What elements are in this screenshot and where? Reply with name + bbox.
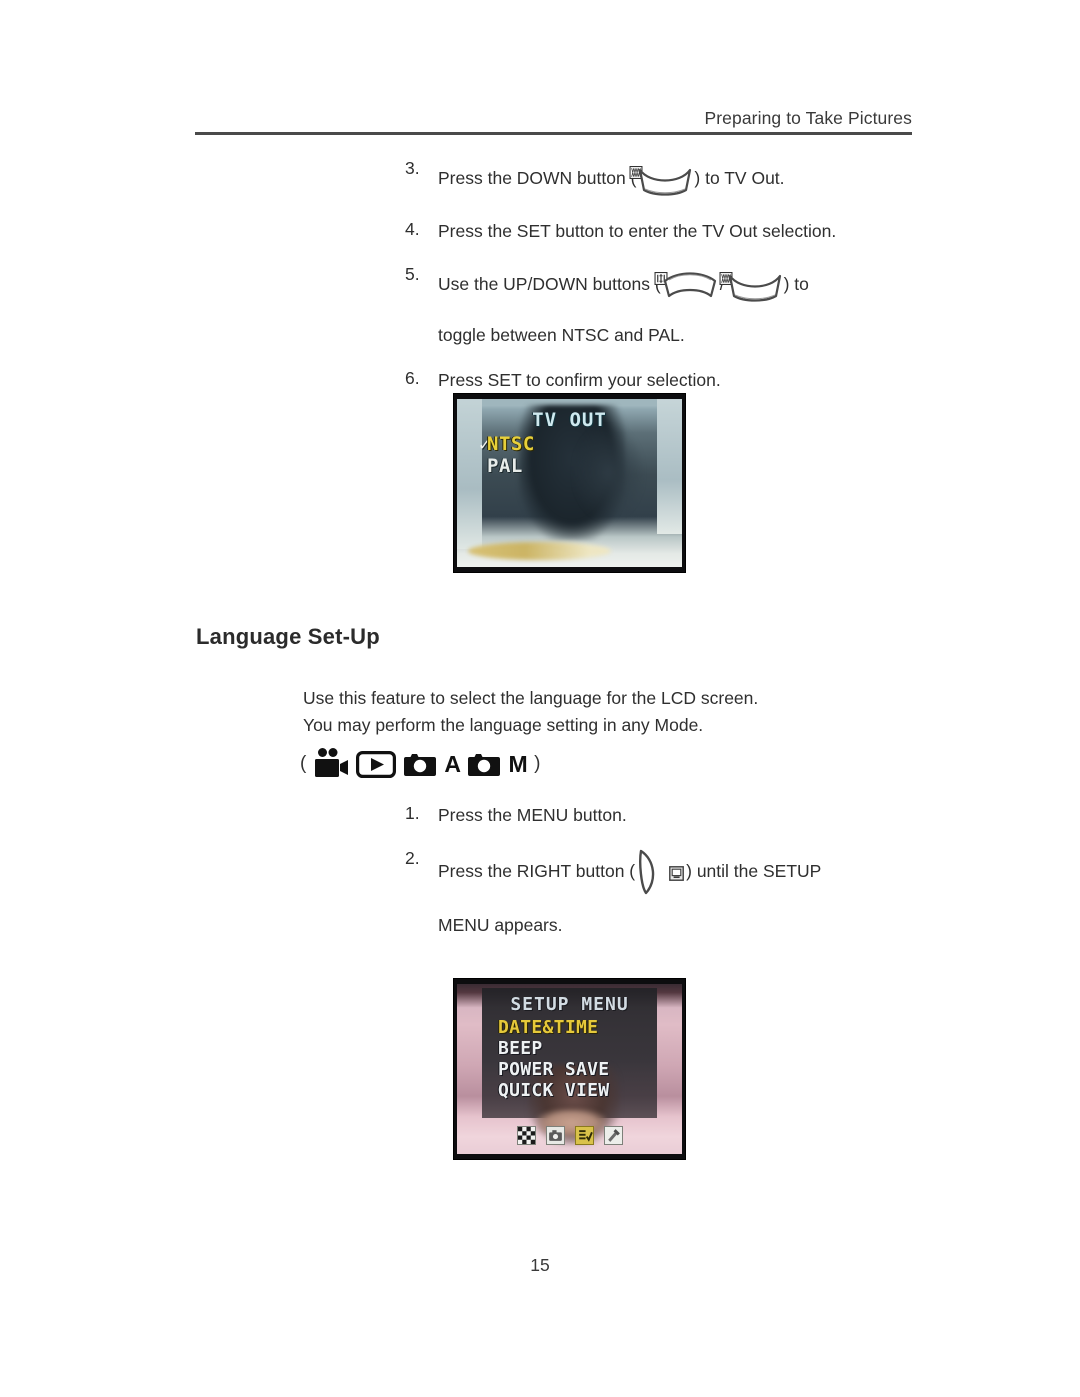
lcd-menu-item-beep: BEEP xyxy=(498,1038,543,1060)
step-number: 6. xyxy=(405,368,420,388)
document-page: Preparing to Take Pictures 3. Press the … xyxy=(0,0,1080,1397)
display-badge-icon xyxy=(669,865,685,881)
section-paragraph: Use this feature to select the language … xyxy=(303,685,758,739)
applicable-modes-row: ( A M) xyxy=(300,748,540,780)
page-number: 15 xyxy=(530,1255,550,1275)
down-button-arc-icon xyxy=(629,158,694,200)
checkerboard-tab-icon xyxy=(516,1126,536,1145)
step-text-line2: toggle between NTSC and PAL. xyxy=(438,325,685,346)
camera-icon xyxy=(467,750,501,778)
header-rule xyxy=(195,132,912,135)
right-button-lens-icon xyxy=(635,848,665,896)
list-item: 2. Press the RIGHT button () until the … xyxy=(405,848,965,939)
paragraph-line-2: You may perform the language setting in … xyxy=(303,714,704,735)
lcd-menu-item-ntsc: NTSC xyxy=(487,433,535,455)
step-text: Press the MENU button. xyxy=(438,805,627,826)
step-text-tail: ) until the SETUP xyxy=(686,861,822,882)
page-header: Preparing to Take Pictures xyxy=(195,108,912,135)
setup-list-tab-icon xyxy=(574,1126,594,1145)
step-text: Press the DOWN button ( xyxy=(438,168,637,189)
step-text: Press the RIGHT button ( xyxy=(438,861,636,882)
down-button-arc-icon xyxy=(719,264,784,306)
setup-menu-lcd-screenshot: SETUP MENU DATE&TIME BEEP POWER SAVE QUI… xyxy=(453,978,686,1160)
lcd-photo-subject-secondary xyxy=(574,426,644,519)
list-item: 6. Press SET to confirm your selection. xyxy=(405,368,965,394)
tv-out-lcd-screenshot: TV OUT ✓ NTSC PAL xyxy=(453,393,686,573)
lcd-menu-items: NTSC PAL xyxy=(487,433,535,478)
playback-icon xyxy=(356,750,397,778)
list-item: 5. Use the UP/DOWN buttons () to toggle… xyxy=(405,264,965,349)
list-item: 4. Press the SET button to enter the TV … xyxy=(405,219,965,245)
lcd-menu-item-date-time: DATE&TIME xyxy=(498,1017,599,1038)
up-button-arc-icon xyxy=(654,264,719,306)
lcd-menu-title: TV OUT xyxy=(532,409,607,431)
step-text: Press the SET button to enter the TV Out… xyxy=(438,221,837,242)
step-text-tail: ) to xyxy=(783,274,809,295)
close-paren: ) xyxy=(534,753,541,774)
list-item: 1. Press the MENU button. xyxy=(405,803,965,829)
tools-tab-icon xyxy=(603,1126,623,1145)
lcd-menu-tabs xyxy=(454,1126,685,1145)
step-number: 3. xyxy=(405,158,420,178)
header-title: Preparing to Take Pictures xyxy=(704,108,912,128)
list-item: 3. Press the DOWN button ( ) to TV Out. xyxy=(405,158,965,200)
camera-icon xyxy=(403,750,437,778)
step-number: 1. xyxy=(405,803,420,823)
language-steps-list: 1. Press the MENU button. 2. Press the R… xyxy=(405,803,965,958)
lcd-menu-title: SETUP MENU xyxy=(510,994,629,1015)
mode-letter-m: M xyxy=(508,750,528,777)
step-text-line2: MENU appears. xyxy=(438,915,563,936)
step-text: Use the UP/DOWN buttons ( xyxy=(438,274,661,295)
open-paren: ( xyxy=(300,753,307,774)
lcd-menu-item-quick-view: QUICK VIEW xyxy=(498,1080,610,1102)
step-number: 5. xyxy=(405,264,420,284)
step-text: Press SET to confirm your selection. xyxy=(438,370,721,391)
paragraph-line-1: Use this feature to select the language … xyxy=(303,688,759,708)
camera-tab-icon xyxy=(545,1126,565,1145)
step-number: 2. xyxy=(405,848,420,868)
step-text-tail: ) to TV Out. xyxy=(694,168,785,189)
lcd-photo-yellow-object xyxy=(467,541,612,560)
tv-out-steps-list: 3. Press the DOWN button ( ) to TV Out. … xyxy=(405,158,965,413)
step-number: 4. xyxy=(405,219,420,239)
lcd-menu-item-power-save: POWER SAVE xyxy=(498,1059,610,1081)
section-heading: Language Set-Up xyxy=(196,624,380,649)
video-camera-icon xyxy=(313,748,349,780)
lcd-menu-item-pal: PAL xyxy=(487,455,523,478)
mode-letter-a: A xyxy=(444,750,461,777)
lcd-menu-items: DATE&TIME BEEP POWER SAVE QUICK VIEW xyxy=(498,1017,609,1101)
